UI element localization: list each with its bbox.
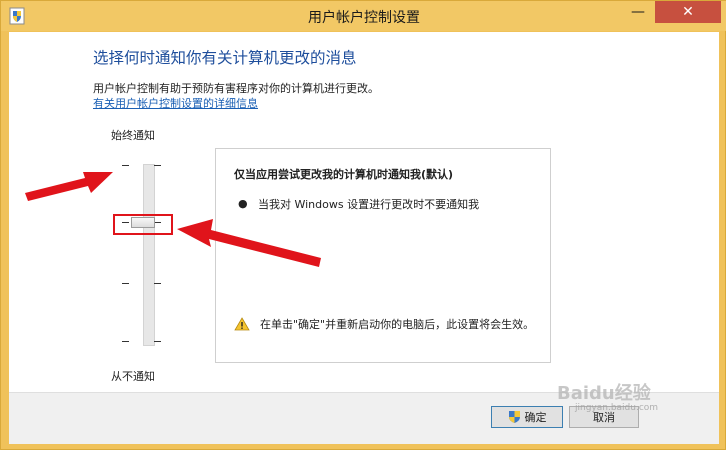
description-text: 用户帐户控制有助于预防有害程序对你的计算机进行更改。: [93, 82, 379, 95]
title-bar[interactable]: 用户帐户控制设置 — ✕: [1, 1, 726, 31]
slider-track[interactable]: [143, 164, 155, 346]
uac-settings-window: 用户帐户控制设置 — ✕ 选择何时通知你有关计算机更改的消息 用户帐户控制有助于…: [0, 0, 726, 450]
slider-tick: [154, 283, 161, 284]
details-link[interactable]: 有关用户帐户控制设置的详细信息: [93, 95, 258, 111]
window-title: 用户帐户控制设置: [308, 10, 420, 26]
page-heading: 选择何时通知你有关计算机更改的消息: [93, 49, 357, 67]
slider-tick: [122, 283, 129, 284]
slider-tick: [122, 165, 129, 166]
watermark-url: jingyan.baidu.com: [575, 403, 659, 413]
client-area: 选择何时通知你有关计算机更改的消息 用户帐户控制有助于预防有害程序对你的计算机进…: [9, 32, 719, 392]
ok-button[interactable]: 确定: [491, 406, 563, 428]
slider-bottom-label: 从不通知: [111, 370, 155, 383]
close-icon: ✕: [682, 4, 694, 20]
annotation-highlight-box: [113, 214, 173, 235]
uac-shield-icon: [508, 411, 520, 423]
panel-title: 仅当应用尝试更改我的计算机时通知我(默认): [234, 168, 454, 181]
panel-bullet-text: 当我对 Windows 设置进行更改时不要通知我: [258, 198, 480, 211]
slider-tick: [154, 341, 161, 342]
slider-tick: [122, 341, 129, 342]
slider-tick: [154, 165, 161, 166]
watermark-logo: Baidu经验: [557, 383, 651, 404]
bullet-icon: ●: [238, 197, 248, 210]
level-description-panel: 仅当应用尝试更改我的计算机时通知我(默认) ● 当我对 Windows 设置进行…: [215, 148, 551, 363]
close-button[interactable]: ✕: [655, 1, 721, 23]
warning-icon: [234, 317, 250, 331]
minimize-icon: —: [631, 4, 645, 20]
ok-button-label: 确定: [524, 411, 547, 424]
warning-text: 在单击"确定"并重新启动你的电脑后，此设置将会生效。: [260, 318, 535, 331]
slider-top-label: 始终通知: [111, 129, 155, 142]
minimize-button[interactable]: —: [625, 1, 651, 23]
